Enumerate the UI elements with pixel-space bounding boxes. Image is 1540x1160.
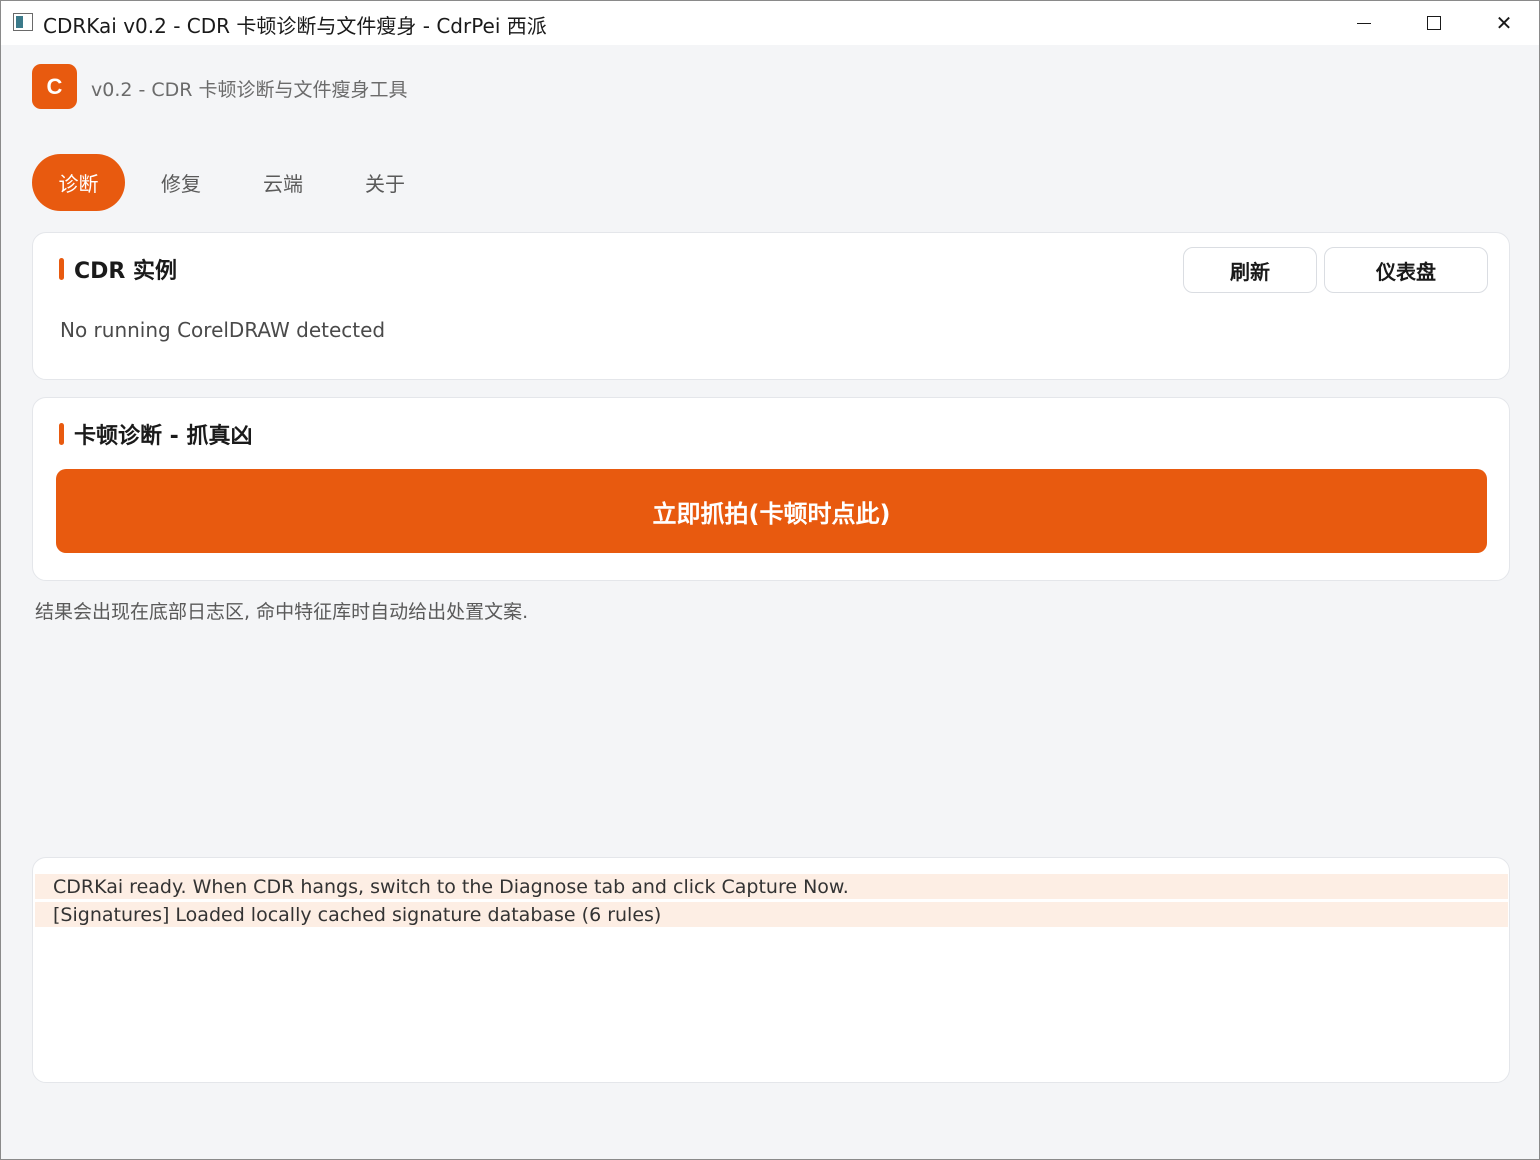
title-bar[interactable]: CDRKai v0.2 - CDR 卡顿诊断与文件瘦身 - CdrPei 西派 … — [1, 1, 1539, 45]
capture-now-button[interactable]: 立即抓拍(卡顿时点此) — [56, 469, 1487, 553]
minimize-button[interactable] — [1329, 1, 1399, 45]
minimize-icon — [1357, 22, 1371, 24]
dashboard-button[interactable]: 仪表盘 — [1324, 247, 1488, 293]
app-window: CDRKai v0.2 - CDR 卡顿诊断与文件瘦身 - CdrPei 西派 … — [0, 0, 1540, 1160]
maximize-icon — [1427, 16, 1441, 30]
log-line: [Signatures] Loaded locally cached signa… — [35, 902, 1508, 927]
maximize-button[interactable] — [1399, 1, 1469, 45]
section-title-diagnose: 卡顿诊断 - 抓真凶 — [59, 418, 252, 450]
log-panel[interactable]: CDRKai ready. When CDR hangs, switch to … — [32, 857, 1510, 1083]
cdr-instances-card: CDR 实例 刷新 仪表盘 No running CorelDRAW detec… — [32, 232, 1510, 380]
close-icon: ✕ — [1495, 11, 1513, 35]
logo-letter: C — [46, 73, 63, 99]
close-button[interactable]: ✕ — [1469, 1, 1539, 45]
refresh-button[interactable]: 刷新 — [1183, 247, 1317, 293]
result-hint: 结果会出现在底部日志区, 命中特征库时自动给出处置文案. — [35, 601, 529, 623]
app-subtitle: v0.2 - CDR 卡顿诊断与文件瘦身工具 — [91, 79, 408, 101]
accent-bar — [59, 423, 64, 445]
diagnose-title: 卡顿诊断 - 抓真凶 — [74, 424, 253, 449]
tab-cloud[interactable]: 云端 — [237, 154, 329, 211]
tab-repair[interactable]: 修复 — [125, 154, 237, 211]
window-title: CDRKai v0.2 - CDR 卡顿诊断与文件瘦身 - CdrPei 西派 — [43, 14, 547, 38]
hang-diagnose-card: 卡顿诊断 - 抓真凶 立即抓拍(卡顿时点此) — [32, 397, 1510, 581]
app-logo: C — [32, 64, 77, 109]
instances-status: No running CorelDRAW detected — [60, 318, 386, 342]
main-tabs: 诊断 修复 云端 关于 — [32, 154, 441, 211]
tab-diagnose[interactable]: 诊断 — [32, 154, 125, 211]
accent-bar — [59, 258, 64, 280]
app-window-icon — [13, 13, 33, 31]
log-list: CDRKai ready. When CDR hangs, switch to … — [35, 874, 1508, 930]
tab-about[interactable]: 关于 — [329, 154, 441, 211]
section-title-instances: CDR 实例 — [59, 253, 177, 285]
log-line: CDRKai ready. When CDR hangs, switch to … — [35, 874, 1508, 899]
instances-title: CDR 实例 — [74, 259, 178, 284]
